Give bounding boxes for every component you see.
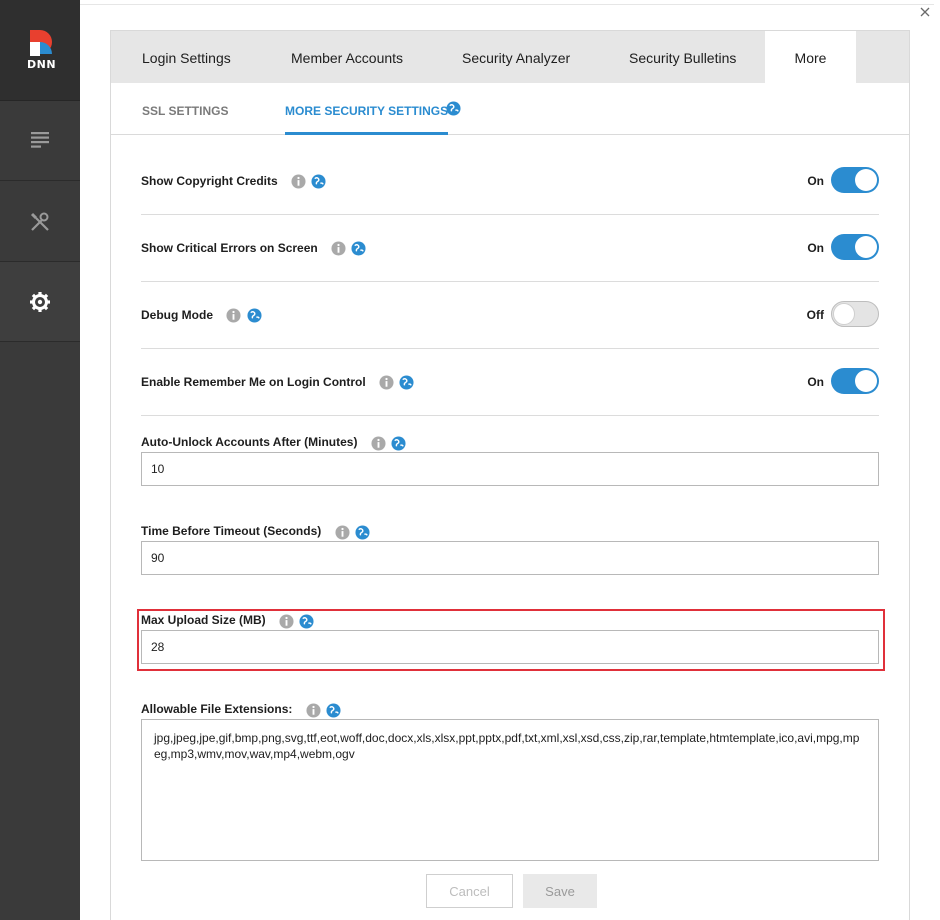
timeout-field: Time Before Timeout (Seconds) — [141, 521, 879, 575]
tools-icon — [30, 212, 49, 231]
setting-row-debug-mode: Debug Mode Off — [141, 282, 879, 349]
tab-member-accounts[interactable]: Member Accounts — [291, 31, 403, 83]
remember-me-label: Enable Remember Me on Login Control — [141, 375, 366, 389]
tab-more[interactable]: More — [765, 31, 856, 83]
setting-row-critical-errors: Show Critical Errors on Screen On — [141, 215, 879, 282]
extensions-label: Allowable File Extensions: — [141, 702, 293, 716]
info-icon[interactable] — [379, 375, 394, 391]
max-upload-label: Max Upload Size (MB) — [141, 613, 266, 627]
cancel-button[interactable]: Cancel — [426, 874, 513, 908]
main-tabs: Login Settings Member Accounts Security … — [111, 31, 909, 83]
globe-icon — [355, 525, 370, 540]
critical-errors-label: Show Critical Errors on Screen — [141, 241, 318, 255]
setting-label: Show Copyright Credits — [141, 174, 328, 190]
rail-settings-button[interactable] — [0, 262, 80, 342]
globe-icon — [446, 101, 461, 116]
copyright-label: Show Copyright Credits — [141, 174, 278, 188]
info-icon[interactable] — [291, 174, 306, 190]
timeout-label: Time Before Timeout (Seconds) — [141, 524, 322, 538]
logo-text: DNN — [27, 58, 57, 71]
setting-label: Enable Remember Me on Login Control — [141, 375, 416, 391]
field-label: Time Before Timeout (Seconds) — [141, 521, 879, 541]
left-rail: DNN — [0, 0, 80, 920]
auto-unlock-label: Auto-Unlock Accounts After (Minutes) — [141, 435, 358, 449]
globe-icon — [299, 614, 314, 629]
info-icon[interactable] — [226, 308, 241, 324]
sub-tabs: SSL SETTINGS MORE SECURITY SETTINGS — [111, 83, 909, 135]
info-icon[interactable] — [306, 703, 321, 718]
close-icon[interactable] — [918, 5, 932, 19]
toggle-state: On — [807, 375, 824, 389]
extensions-field: Allowable File Extensions: jpg,jpeg,jpe,… — [141, 699, 879, 866]
toggle-state: On — [807, 241, 824, 255]
field-label: Allowable File Extensions: — [141, 699, 879, 719]
globe-icon — [399, 375, 414, 391]
rail-content-button[interactable] — [0, 101, 80, 181]
save-button[interactable]: Save — [523, 874, 597, 908]
rail-tools-button[interactable] — [0, 182, 80, 262]
debug-mode-toggle[interactable] — [831, 301, 879, 327]
max-upload-input[interactable] — [141, 630, 879, 664]
setting-row-remember-me: Enable Remember Me on Login Control On — [141, 349, 879, 416]
content-icon — [31, 132, 49, 148]
dnn-logo[interactable]: DNN — [0, 0, 80, 101]
toggle-knob — [855, 236, 877, 258]
info-icon[interactable] — [331, 241, 346, 257]
setting-label: Show Critical Errors on Screen — [141, 241, 368, 257]
toggle-knob — [855, 370, 877, 392]
toggle-knob — [855, 169, 877, 191]
globe-icon — [351, 241, 366, 257]
security-panel: Login Settings Member Accounts Security … — [110, 30, 910, 920]
extensions-textarea[interactable]: jpg,jpeg,jpe,gif,bmp,png,svg,ttf,eot,wof… — [141, 719, 879, 861]
copyright-toggle[interactable] — [831, 167, 879, 193]
tab-login-settings[interactable]: Login Settings — [142, 31, 231, 83]
field-label: Max Upload Size (MB) — [141, 610, 879, 630]
auto-unlock-input[interactable] — [141, 452, 879, 486]
tab-security-analyzer[interactable]: Security Analyzer — [462, 31, 570, 83]
debug-mode-label: Debug Mode — [141, 308, 213, 322]
info-icon[interactable] — [279, 614, 294, 629]
globe-icon — [311, 174, 326, 190]
remember-me-toggle[interactable] — [831, 368, 879, 394]
dnn-logo-icon — [30, 30, 52, 56]
critical-errors-toggle[interactable] — [831, 234, 879, 260]
top-divider — [80, 4, 934, 5]
info-icon[interactable] — [371, 436, 386, 451]
setting-row-copyright: Show Copyright Credits On — [141, 148, 879, 215]
toggle-state: Off — [806, 308, 824, 322]
setting-label: Debug Mode — [141, 308, 264, 324]
globe-icon — [391, 436, 406, 451]
gear-icon — [30, 292, 50, 312]
globe-icon — [247, 308, 262, 324]
toggle-state: On — [807, 174, 824, 188]
max-upload-field: Max Upload Size (MB) — [141, 610, 879, 664]
subtab-more-security-label: MORE SECURITY SETTINGS — [285, 104, 449, 118]
tab-security-bulletins[interactable]: Security Bulletins — [629, 31, 736, 83]
timeout-input[interactable] — [141, 541, 879, 575]
auto-unlock-field: Auto-Unlock Accounts After (Minutes) — [141, 432, 879, 486]
field-label: Auto-Unlock Accounts After (Minutes) — [141, 432, 879, 452]
globe-icon — [326, 703, 341, 718]
subtab-ssl-settings[interactable]: SSL SETTINGS — [142, 83, 228, 135]
subtab-more-security-settings[interactable]: MORE SECURITY SETTINGS — [285, 83, 449, 135]
toggle-knob — [833, 303, 855, 325]
info-icon[interactable] — [335, 525, 350, 540]
